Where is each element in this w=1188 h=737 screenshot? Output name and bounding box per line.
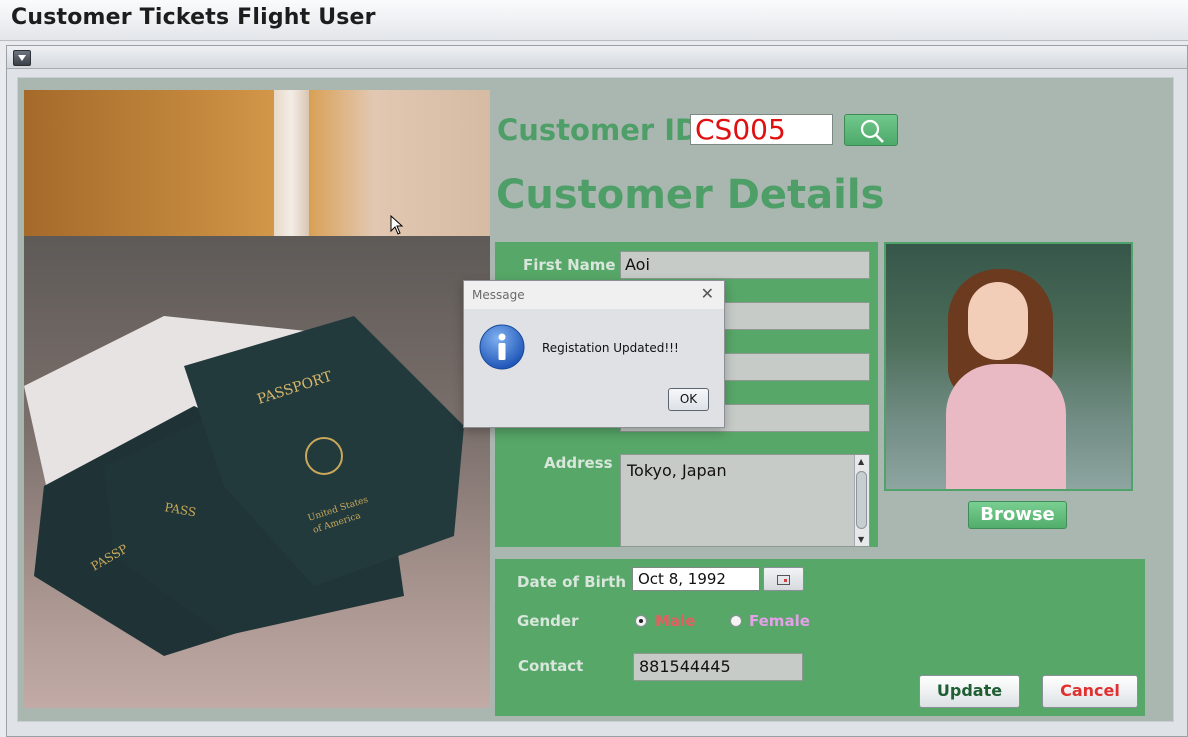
window-titlebar: Customer Tickets Flight User (0, 0, 1188, 41)
mouse-cursor-icon (390, 215, 404, 235)
cancel-button[interactable]: Cancel (1042, 675, 1138, 708)
gender-female-label[interactable]: Female (749, 612, 810, 630)
contact-label: Contact (518, 657, 584, 675)
chevron-down-icon (18, 55, 26, 61)
address-value: Tokyo, Japan (627, 461, 727, 480)
search-button[interactable] (844, 114, 898, 146)
internal-frame-header (7, 46, 1187, 69)
customer-id-label: Customer ID (497, 113, 700, 147)
gender-male-label[interactable]: Male (655, 612, 695, 630)
gender-label: Gender (517, 612, 579, 630)
scroll-up-icon[interactable]: ▲ (858, 457, 864, 466)
update-button[interactable]: Update (919, 675, 1020, 708)
close-icon[interactable]: ✕ (701, 284, 714, 303)
address-label: Address (544, 454, 613, 472)
customer-photo-frame (884, 242, 1133, 491)
browse-button[interactable]: Browse (968, 501, 1067, 529)
customer-id-input[interactable]: CS005 (690, 114, 833, 145)
passports-illustration: PASSPORT United States of America PASSP … (24, 316, 464, 656)
frame-menu-button[interactable] (13, 50, 31, 66)
dob-field[interactable]: Oct 8, 1992 (632, 567, 760, 591)
gender-female-radio[interactable] (730, 615, 742, 627)
dialog-title: Message (472, 288, 525, 302)
window-title: Customer Tickets Flight User (11, 5, 376, 30)
dialog-message: Registation Updated!!! (542, 341, 679, 355)
gender-male-radio[interactable] (635, 615, 647, 627)
dialog-body: Registation Updated!!! OK (464, 309, 724, 427)
section-title: Customer Details (496, 172, 885, 218)
dob-label: Date of Birth (517, 573, 627, 591)
first-name-label: First Name (523, 256, 616, 274)
address-scrollbar[interactable]: ▲ ▼ (854, 455, 869, 546)
calendar-icon (777, 575, 790, 585)
info-icon (479, 324, 525, 370)
calendar-button[interactable] (763, 567, 804, 591)
address-textarea[interactable]: Tokyo, Japan ▲ ▼ (620, 454, 870, 547)
scroll-thumb[interactable] (856, 471, 867, 529)
ok-button[interactable]: OK (668, 388, 709, 411)
passport-image: PASSPORT United States of America PASSP … (24, 90, 490, 708)
scroll-down-icon[interactable]: ▼ (858, 535, 864, 544)
contact-field[interactable]: 881544445 (633, 653, 803, 681)
search-icon (860, 119, 884, 143)
message-dialog: Message ✕ Registation Updated!!! OK (463, 280, 725, 428)
customer-photo (886, 244, 1131, 489)
first-name-field[interactable]: Aoi (620, 251, 870, 279)
